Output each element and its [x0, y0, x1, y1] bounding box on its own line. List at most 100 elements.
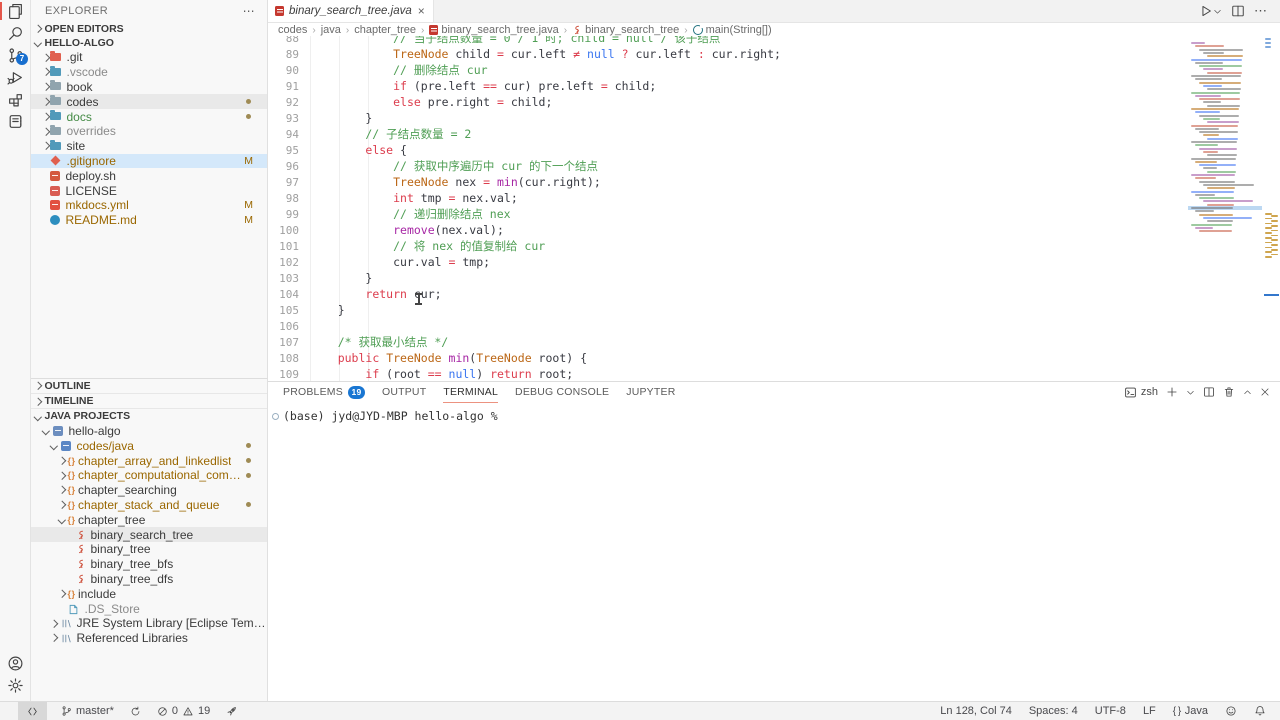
breadcrumb-item-binary-search-tree-java[interactable]: binary_search_tree.java — [429, 24, 558, 36]
minimap[interactable] — [1188, 36, 1262, 381]
run-java-button[interactable] — [1199, 4, 1222, 18]
trash-icon[interactable] — [1223, 386, 1235, 398]
timeline-section[interactable]: TIMELINE — [31, 394, 267, 409]
java-tree-item-chapter-tree[interactable]: { }chapter_tree — [31, 512, 267, 527]
explorer-item-license[interactable]: LICENSE — [31, 183, 267, 198]
explorer-item-site[interactable]: site — [31, 139, 267, 154]
java-tree-item-chapter-computational-complexity[interactable]: { }chapter_computational_complexity — [31, 468, 267, 483]
more-actions-icon[interactable]: ⋯ — [1254, 3, 1268, 19]
explorer-item-overrides[interactable]: overrides — [31, 124, 267, 139]
breadcrumb-item-java[interactable]: java — [321, 24, 341, 36]
overview-ruler[interactable] — [1263, 36, 1280, 381]
tab-bar: binary_search_tree.java × ⋯ — [268, 0, 1280, 23]
braces-icon: { } — [68, 456, 75, 466]
explorer-item-deploy-sh[interactable]: deploy.sh — [31, 168, 267, 183]
minimap-line — [1199, 148, 1237, 150]
eol-status[interactable]: LF — [1141, 705, 1158, 717]
breadcrumb-label: codes — [278, 24, 307, 36]
activity-extensions[interactable] — [0, 88, 30, 110]
explorer-item-codes[interactable]: codes — [31, 94, 267, 109]
file-label: docs — [67, 110, 92, 124]
activity-search[interactable] — [0, 22, 30, 44]
java-ready-status[interactable] — [224, 705, 240, 717]
breadcrumb-item-codes[interactable]: codes — [278, 24, 307, 36]
java-tree-item-referenced-libraries[interactable]: Referenced Libraries — [31, 631, 267, 646]
activity-source-control[interactable]: 7 — [0, 44, 30, 66]
command-decoration[interactable] — [272, 413, 279, 420]
panel-tab-problems[interactable]: PROBLEMS19 — [283, 382, 365, 403]
explorer-item-book[interactable]: book — [31, 80, 267, 95]
java-tree-item-binary-search-tree[interactable]: binary_search_tree — [31, 527, 267, 542]
terminal-icon — [1124, 386, 1137, 399]
java-tree-item--ds-store[interactable]: .DS_Store — [31, 601, 267, 616]
terminal-output[interactable]: (base) jyd@JYD-MBP hello-algo % — [283, 409, 1280, 423]
cursor-position-status[interactable]: Ln 128, Col 74 — [938, 705, 1014, 717]
code-area[interactable]: 88 // 当子结点数量 = 0 / 1 时; child = null / 该… — [268, 36, 1188, 381]
minimap-line — [1199, 65, 1242, 67]
explorer-item--gitignore[interactable]: .gitignoreM — [31, 154, 267, 169]
gear-icon — [7, 677, 24, 694]
java-tree-item-include[interactable]: { }include — [31, 586, 267, 601]
chevron-up-icon[interactable] — [1243, 388, 1252, 397]
activity-explorer[interactable] — [0, 0, 30, 22]
panel-tab-output[interactable]: OUTPUT — [382, 382, 426, 403]
views-actions-icon[interactable]: ⋯ — [243, 4, 255, 18]
git-branch-status[interactable]: master* — [59, 705, 116, 717]
tab-binary-search-tree[interactable]: binary_search_tree.java × — [268, 0, 434, 22]
shell-selector[interactable]: zsh — [1124, 386, 1158, 399]
minimap-line — [1203, 200, 1253, 202]
language-mode-status[interactable]: { } Java — [1171, 705, 1210, 717]
line-number: 92 — [268, 94, 299, 110]
explorer-item-readme-md[interactable]: README.mdM — [31, 213, 267, 228]
panel-tab-debug-console[interactable]: DEBUG CONSOLE — [515, 382, 609, 403]
sync-status[interactable] — [128, 706, 143, 717]
code-line: 102 cur.val = tmp; — [268, 254, 1188, 270]
close-icon[interactable]: × — [417, 4, 426, 18]
java-projects-section[interactable]: JAVA PROJECTS — [31, 409, 267, 423]
breadcrumb-item-binary-search-tree[interactable]: binary_search_tree — [572, 24, 679, 36]
code-line: 99 // 递归删除结点 nex — [268, 206, 1188, 222]
java-tree-item-codes-java[interactable]: codes/java — [31, 438, 267, 453]
close-panel-icon[interactable] — [1260, 387, 1270, 397]
indentation-status[interactable]: Spaces: 4 — [1027, 705, 1080, 717]
activity-run-debug[interactable] — [0, 66, 30, 88]
activity-settings[interactable] — [0, 674, 30, 696]
outline-section[interactable]: OUTLINE — [31, 379, 267, 394]
problems-status[interactable]: 0 19 — [155, 705, 212, 717]
new-terminal-icon[interactable] — [1166, 386, 1178, 398]
encoding-status[interactable]: UTF-8 — [1093, 705, 1128, 717]
breadcrumb-separator: › — [312, 25, 315, 36]
project-root-section[interactable]: HELLO-ALGO — [31, 36, 267, 50]
remote-indicator[interactable] — [18, 702, 47, 720]
activity-account[interactable] — [0, 652, 30, 674]
java-tree-item-chapter-array-and-linkedlist[interactable]: { }chapter_array_and_linkedlist — [31, 453, 267, 468]
open-editors-section[interactable]: OPEN EDITORS — [31, 22, 267, 36]
minimap-line — [1207, 105, 1240, 107]
java-tree-item-binary-tree-bfs[interactable]: binary_tree_bfs — [31, 557, 267, 572]
breadcrumb-item-chapter-tree[interactable]: chapter_tree — [354, 24, 416, 36]
feedback-status[interactable] — [1223, 705, 1239, 717]
minimap-line — [1203, 217, 1252, 219]
extensions-icon — [7, 91, 24, 108]
java-tree-item-binary-tree-dfs[interactable]: binary_tree_dfs — [31, 572, 267, 587]
minimap-line — [1203, 68, 1223, 70]
split-editor-icon[interactable] — [1231, 4, 1245, 18]
java-tree-item-hello-algo[interactable]: hello-algo — [31, 424, 267, 439]
java-tree-item-jre-system-library-eclipse-temurin-17-17-[interactable]: JRE System Library [Eclipse Temurin 17 [… — [31, 616, 267, 631]
activity-notebook[interactable] — [0, 110, 30, 132]
explorer-item-docs[interactable]: docs — [31, 109, 267, 124]
minimap-line — [1195, 177, 1216, 179]
explorer-item--vscode[interactable]: .vscode — [31, 65, 267, 80]
explorer-item-mkdocs-yml[interactable]: mkdocs.ymlM — [31, 198, 267, 213]
explorer-item--git[interactable]: .git — [31, 50, 267, 65]
java-tree-item-chapter-searching[interactable]: { }chapter_searching — [31, 483, 267, 498]
split-terminal-icon[interactable] — [1203, 386, 1215, 398]
java-tree-item-chapter-stack-and-queue[interactable]: { }chapter_stack_and_queue — [31, 498, 267, 513]
class-icon — [572, 25, 582, 35]
notifications-status[interactable] — [1252, 705, 1268, 717]
chevron-down-icon[interactable] — [1186, 388, 1195, 397]
panel-tab-terminal[interactable]: TERMINAL — [443, 382, 498, 403]
panel-tab-jupyter[interactable]: JUPYTER — [626, 382, 675, 403]
breadcrumb-item-main-string-[interactable]: main(String[]) — [693, 24, 772, 36]
java-tree-item-binary-tree[interactable]: binary_tree — [31, 542, 267, 557]
